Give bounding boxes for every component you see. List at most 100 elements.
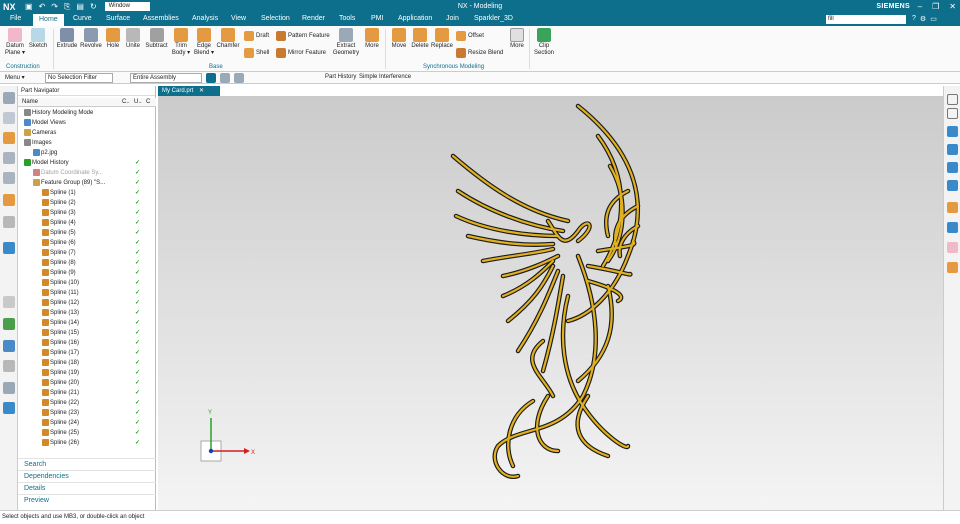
- navigator-icon[interactable]: [3, 92, 15, 104]
- tree-row[interactable]: Spline (13) ✓: [18, 308, 144, 318]
- palette-icon[interactable]: [3, 360, 15, 372]
- visual-reporting-icon[interactable]: [3, 402, 15, 414]
- delete-button[interactable]: Delete: [409, 26, 431, 50]
- tree-row[interactable]: Spline (25) ✓: [18, 428, 144, 438]
- tree-row[interactable]: Spline (2) ✓: [18, 198, 144, 208]
- tree-row[interactable]: Spline (4) ✓: [18, 218, 144, 228]
- tab-application[interactable]: Application: [398, 15, 432, 22]
- part-history-button[interactable]: Part History: [325, 74, 356, 80]
- menu-button[interactable]: Menu ▾: [5, 74, 25, 81]
- tree-row[interactable]: Spline (3) ✓: [18, 208, 144, 218]
- tree-row[interactable]: Spline (14) ✓: [18, 318, 144, 328]
- paste-icon[interactable]: ▤: [76, 2, 84, 12]
- revolve-button[interactable]: Revolve: [79, 26, 103, 50]
- tab-assemblies[interactable]: Assemblies: [143, 15, 179, 22]
- edge-blend-button[interactable]: Edge Blend ▾: [193, 26, 215, 57]
- extrude-button[interactable]: Extrude: [56, 26, 78, 50]
- snap-icon[interactable]: [220, 73, 230, 83]
- tab-render[interactable]: Render: [302, 15, 325, 22]
- render-style-icon[interactable]: [947, 180, 958, 191]
- settings-icon[interactable]: ⚙: [920, 15, 926, 23]
- tree-row[interactable]: Spline (22) ✓: [18, 398, 144, 408]
- save-icon[interactable]: ▣: [25, 2, 33, 12]
- subtract-button[interactable]: Subtract: [144, 26, 169, 50]
- tree-row[interactable]: Spline (17) ✓: [18, 348, 144, 358]
- fit-view-icon[interactable]: [947, 94, 958, 105]
- assembly-scope-select[interactable]: Entire Assembly: [130, 73, 202, 83]
- tree-row[interactable]: p2.jpg: [18, 148, 144, 158]
- tab-selection[interactable]: Selection: [261, 15, 290, 22]
- tab-home[interactable]: Home: [33, 14, 64, 26]
- zoom-icon[interactable]: [947, 108, 958, 119]
- tree-row[interactable]: Spline (23) ✓: [18, 408, 144, 418]
- system-materials-icon[interactable]: [3, 340, 15, 352]
- tree-row[interactable]: Spline (19) ✓: [18, 368, 144, 378]
- tab-file[interactable]: File: [10, 15, 21, 22]
- tree-row[interactable]: Spline (10) ✓: [18, 278, 144, 288]
- tab-join[interactable]: Join: [446, 15, 459, 22]
- shell-button[interactable]: Shell: [244, 48, 269, 58]
- orient-view-icon[interactable]: [947, 162, 958, 173]
- close-icon[interactable]: ✕: [949, 2, 956, 11]
- column-current[interactable]: C..: [122, 99, 130, 105]
- preview-panel[interactable]: Preview: [18, 494, 156, 506]
- tab-sparkler-3d[interactable]: Sparkler_3D: [474, 15, 513, 22]
- sync-more-button[interactable]: More: [507, 26, 527, 50]
- copy-icon[interactable]: ⎘: [64, 2, 70, 12]
- tree-row[interactable]: Images: [18, 138, 144, 148]
- details-panel[interactable]: Details: [18, 482, 156, 494]
- tree-row[interactable]: Spline (18) ✓: [18, 358, 144, 368]
- column-name[interactable]: Name: [22, 99, 38, 105]
- search-panel[interactable]: Search: [18, 458, 156, 470]
- tree-row[interactable]: Spline (20) ✓: [18, 378, 144, 388]
- tree-row[interactable]: Spline (11) ✓: [18, 288, 144, 298]
- replace-button[interactable]: Replace: [431, 26, 453, 50]
- tab-surface[interactable]: Surface: [106, 15, 130, 22]
- tree-row[interactable]: Spline (26) ✓: [18, 438, 144, 448]
- repeat-icon[interactable]: ↻: [90, 2, 97, 12]
- column-uptodate[interactable]: U..: [134, 99, 142, 105]
- tab-tools[interactable]: Tools: [339, 15, 355, 22]
- tree-row[interactable]: Spline (21) ✓: [18, 388, 144, 398]
- extract-geometry-button[interactable]: Extract Geometry: [332, 26, 360, 57]
- tree-row[interactable]: Feature Group (89) "S... ✓: [18, 178, 144, 188]
- tree-row[interactable]: Datum Coordinate Sy... ✓: [18, 168, 144, 178]
- column-comment[interactable]: C: [146, 99, 150, 105]
- mirror-feature-button[interactable]: Mirror Feature: [276, 48, 326, 58]
- select-all-icon[interactable]: [206, 73, 216, 83]
- part-navigator-icon[interactable]: [3, 132, 15, 144]
- tree-row[interactable]: Spline (6) ✓: [18, 238, 144, 248]
- tree-row[interactable]: Spline (5) ✓: [18, 228, 144, 238]
- clip-section-button[interactable]: Clip Section: [532, 26, 556, 57]
- restore-icon[interactable]: ❐: [932, 2, 939, 11]
- tree-row[interactable]: Spline (1) ✓: [18, 188, 144, 198]
- tree-row[interactable]: Spline (8) ✓: [18, 258, 144, 268]
- redo-icon[interactable]: ↷: [51, 2, 58, 12]
- tree-row[interactable]: Spline (15) ✓: [18, 328, 144, 338]
- filter-icon[interactable]: [234, 73, 244, 83]
- tree-row[interactable]: Spline (9) ✓: [18, 268, 144, 278]
- history-icon[interactable]: [3, 242, 15, 254]
- constraint-navigator-icon[interactable]: [3, 172, 15, 184]
- analysis-icon[interactable]: [3, 382, 15, 394]
- reuse-library-icon[interactable]: [3, 152, 15, 164]
- offset-button[interactable]: Offset: [456, 31, 484, 41]
- undo-icon[interactable]: ↶: [39, 2, 46, 12]
- selection-filter-select[interactable]: No Selection Filter: [45, 73, 113, 83]
- command-search-input[interactable]: fill: [826, 15, 906, 24]
- simple-interference-button[interactable]: Simple Interference: [359, 74, 411, 80]
- tab-pmi[interactable]: PMI: [371, 15, 383, 22]
- pan-icon[interactable]: [947, 144, 958, 155]
- tree-row[interactable]: Model Views: [18, 118, 144, 128]
- process-studio-icon[interactable]: [3, 296, 15, 308]
- window-menu[interactable]: Window: [104, 2, 150, 11]
- tab-view[interactable]: View: [231, 15, 246, 22]
- tab-curve[interactable]: Curve: [73, 15, 92, 22]
- help-icon[interactable]: ?: [912, 15, 916, 23]
- chamfer-button[interactable]: Chamfer: [215, 26, 241, 50]
- trim-body-button[interactable]: Trim Body ▾: [170, 26, 192, 57]
- graphics-window[interactable]: Y X: [158, 96, 943, 510]
- hd3d-tools-icon[interactable]: [3, 194, 15, 206]
- hole-button[interactable]: Hole: [104, 26, 122, 50]
- tree-row[interactable]: Spline (24) ✓: [18, 418, 144, 428]
